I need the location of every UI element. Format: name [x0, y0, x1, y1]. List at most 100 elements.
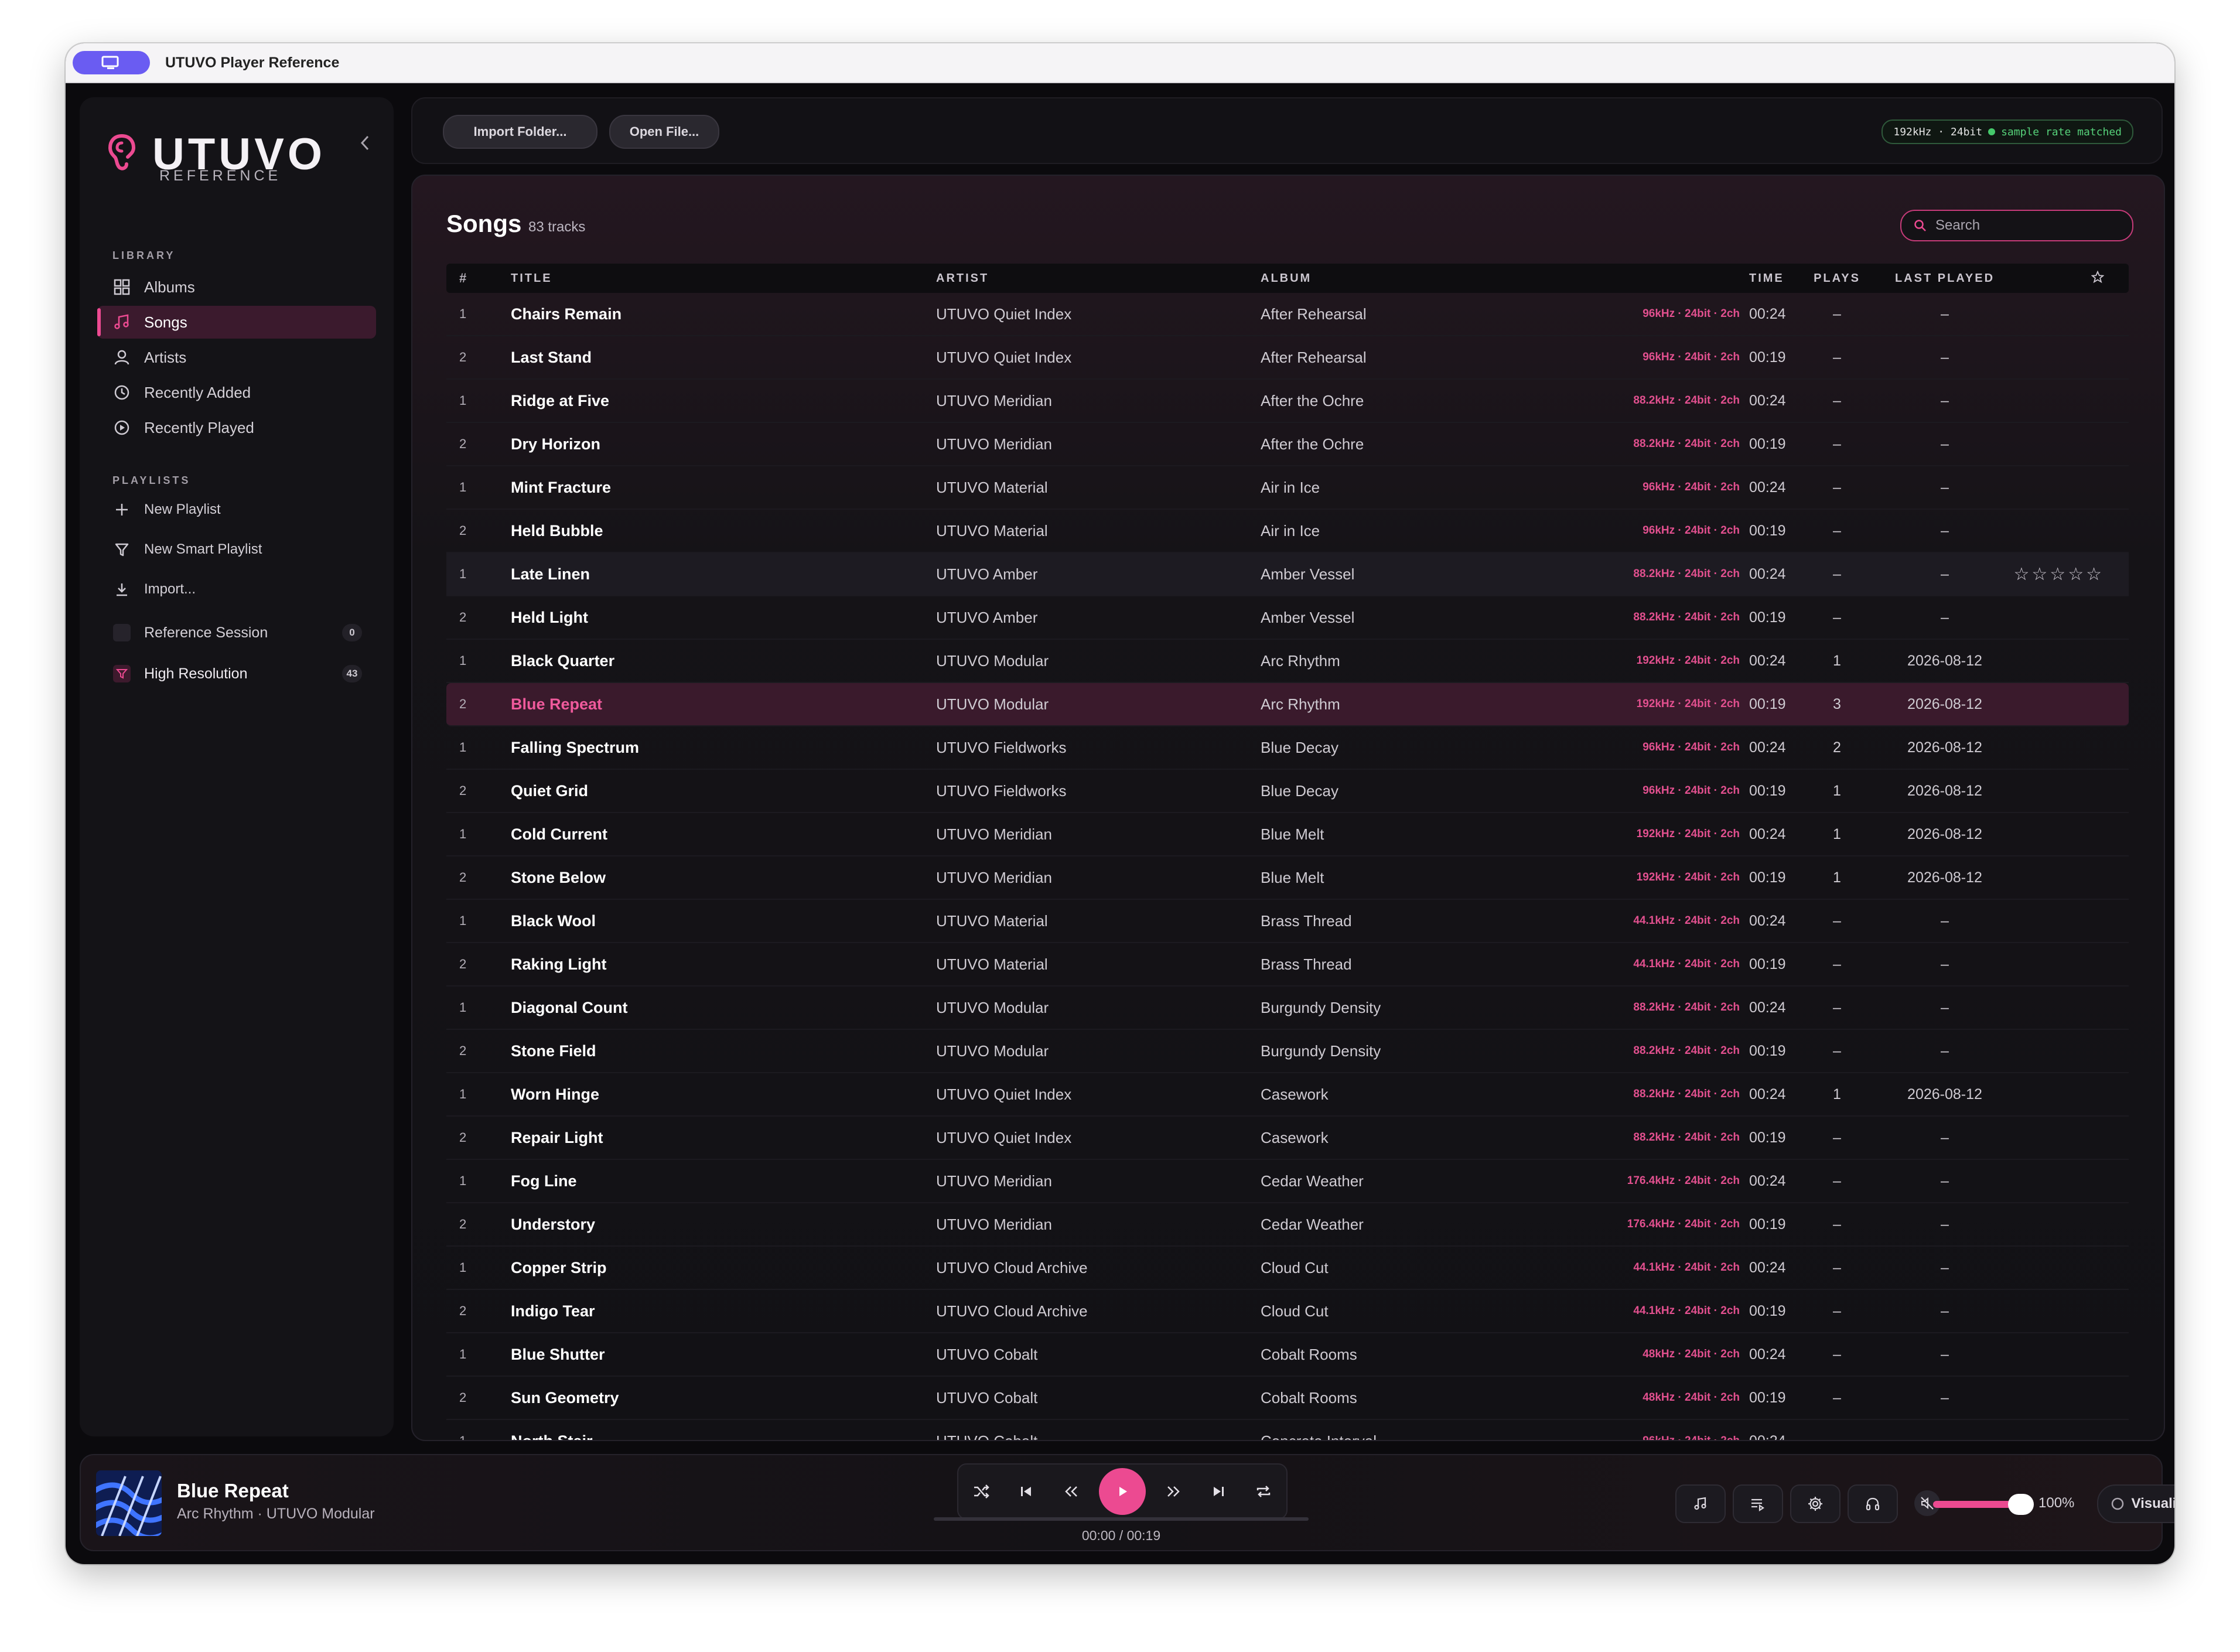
- table-row[interactable]: 2 Quiet Grid UTUVO Fieldworks Blue Decay 96k…: [446, 770, 2129, 813]
- search-box[interactable]: [1900, 210, 2133, 241]
- table-row[interactable]: 2 Raking Light UTUVO Material Brass Thread 4…: [446, 943, 2129, 987]
- new-smart-playlist-button[interactable]: New Smart Playlist: [97, 533, 376, 566]
- track-number: 1: [459, 1000, 467, 1015]
- play-button[interactable]: [1098, 1468, 1146, 1515]
- column-header-album[interactable]: ALBUM: [1261, 272, 1577, 285]
- track-plays: –: [1833, 609, 1841, 626]
- sidebar-item-recently-added[interactable]: Recently Added: [97, 376, 376, 409]
- output-device-button[interactable]: [1848, 1484, 1898, 1523]
- table-row[interactable]: 2 Indigo Tear UTUVO Cloud Archive Cloud Cut…: [446, 1290, 2129, 1333]
- table-row[interactable]: 2 Blue Repeat UTUVO Modular Arc Rhythm 192kH…: [446, 683, 2129, 726]
- track-number: 2: [459, 1043, 467, 1058]
- next-track-button[interactable]: [1201, 1474, 1236, 1509]
- track-number: 1: [459, 480, 467, 494]
- window-switcher-button[interactable]: [73, 51, 150, 74]
- track-artist: UTUVO Modular: [936, 695, 1049, 713]
- new-playlist-button[interactable]: New Playlist: [97, 493, 376, 526]
- track-plays: –: [1833, 1172, 1841, 1189]
- table-row[interactable]: 2 Held Light UTUVO Amber Amber Vessel 88.2kH…: [446, 596, 2129, 640]
- sidebar-item-songs[interactable]: Songs: [97, 306, 376, 339]
- rewind-button[interactable]: [1054, 1474, 1089, 1509]
- sample-rate-text: 192kHz · 24bit: [1893, 125, 1983, 138]
- track-number: 1: [459, 827, 467, 841]
- column-header-last-played[interactable]: LAST PLAYED: [1878, 272, 2012, 285]
- sidebar-item-albums[interactable]: Albums: [97, 271, 376, 303]
- track-artist: UTUVO Quiet Index: [936, 1128, 1072, 1146]
- table-row[interactable]: 1 Black Wool UTUVO Material Brass Thread 44.…: [446, 900, 2129, 943]
- playlist-reference-session[interactable]: Reference Session 0: [97, 616, 376, 649]
- table-row[interactable]: 2 Held Bubble UTUVO Material Air in Ice 96kH…: [446, 510, 2129, 553]
- table-row[interactable]: 1 Blue Shutter UTUVO Cobalt Cobalt Rooms 48k…: [446, 1333, 2129, 1377]
- table-header: # TITLE ARTIST ALBUM TIME PLAYS LAST PLA…: [446, 264, 2129, 293]
- search-input[interactable]: [1934, 217, 2124, 234]
- table-row[interactable]: 1 Mint Fracture UTUVO Material Air in Ice 96…: [446, 466, 2129, 510]
- album-art[interactable]: [96, 1470, 162, 1536]
- table-row[interactable]: 1 Ridge at Five UTUVO Meridian After the Oc…: [446, 380, 2129, 423]
- collapse-sidebar-button[interactable]: [358, 132, 371, 158]
- track-format: 48kHz · 24bit · 2ch: [1643, 1391, 1740, 1404]
- track-plays: –: [1833, 912, 1841, 929]
- fast-forward-button[interactable]: [1156, 1474, 1191, 1509]
- table-row[interactable]: 2 Sun Geometry UTUVO Cobalt Cobalt Rooms 48k…: [446, 1377, 2129, 1420]
- table-row[interactable]: 1 Chairs Remain UTUVO Quiet Index After Reh…: [446, 293, 2129, 336]
- table-row[interactable]: 1 Cold Current UTUVO Meridian Blue Melt 192k…: [446, 813, 2129, 856]
- table-row[interactable]: 1 Worn Hinge UTUVO Quiet Index Casework 88.2…: [446, 1073, 2129, 1117]
- queue-button[interactable]: [1733, 1484, 1783, 1523]
- repeat-button[interactable]: [1246, 1474, 1281, 1509]
- ear-logo-icon: [108, 134, 136, 170]
- track-artist: UTUVO Meridian: [936, 435, 1052, 453]
- transport-controls: [957, 1463, 1288, 1520]
- table-row[interactable]: 1 North Stair UTUVO Cobalt Concrete Interva…: [446, 1420, 2129, 1441]
- previous-track-button[interactable]: [1009, 1474, 1044, 1509]
- import-folder-button[interactable]: Import Folder...: [443, 115, 597, 149]
- track-artist: UTUVO Modular: [936, 1042, 1049, 1060]
- new-playlist-label: New Playlist: [144, 501, 221, 517]
- table-row[interactable]: 1 Copper Strip UTUVO Cloud Archive Cloud Cu…: [446, 1247, 2129, 1290]
- table-row[interactable]: 2 Dry Horizon UTUVO Meridian After the Ochr…: [446, 423, 2129, 466]
- track-format: 96kHz · 24bit · 2ch: [1643, 1435, 1740, 1441]
- playlist-high-resolution[interactable]: High Resolution 43: [97, 657, 376, 690]
- column-header-plays[interactable]: PLAYS: [1796, 272, 1878, 285]
- track-duration: 00:24: [1749, 825, 1786, 842]
- album-art-image: [96, 1470, 162, 1536]
- volume-slider[interactable]: [1933, 1501, 2016, 1508]
- open-file-button[interactable]: Open File...: [609, 115, 719, 149]
- sidebar-item-recently-played[interactable]: Recently Played: [97, 411, 376, 444]
- table-row[interactable]: 1 Falling Spectrum UTUVO Fieldworks Blue De…: [446, 726, 2129, 770]
- column-header-number[interactable]: #: [446, 271, 511, 286]
- track-last-played: –: [1941, 1302, 1949, 1319]
- track-plays: –: [1833, 1432, 1841, 1441]
- track-rating[interactable]: ☆☆☆☆☆: [2012, 564, 2117, 585]
- table-row[interactable]: 2 Understory UTUVO Meridian Cedar Weather 17…: [446, 1203, 2129, 1247]
- volume-slider-handle[interactable]: [2008, 1494, 2034, 1515]
- plus-icon: [116, 504, 128, 516]
- progress-bar[interactable]: [934, 1517, 1309, 1521]
- play-circle-icon: [114, 420, 129, 435]
- table-row[interactable]: 2 Stone Field UTUVO Modular Burgundy Densit…: [446, 1030, 2129, 1073]
- table-row[interactable]: 2 Last Stand UTUVO Quiet Index After Rehear…: [446, 336, 2129, 380]
- shuffle-button[interactable]: [964, 1474, 999, 1509]
- import-button[interactable]: Import...: [97, 573, 376, 606]
- gear-icon: [1808, 1497, 1822, 1511]
- table-row[interactable]: 1 Late Linen UTUVO Amber Amber Vessel 88.2kH…: [446, 553, 2129, 596]
- track-artist: UTUVO Modular: [936, 998, 1049, 1016]
- table-row[interactable]: 2 Stone Below UTUVO Meridian Blue Melt 192kH…: [446, 856, 2129, 900]
- column-header-artist[interactable]: ARTIST: [936, 272, 1261, 285]
- column-header-title[interactable]: TITLE: [511, 272, 936, 285]
- playlist-count-badge: 0: [342, 624, 362, 641]
- table-row[interactable]: 1 Diagonal Count UTUVO Modular Burgundy Den…: [446, 987, 2129, 1030]
- track-title: Blue Shutter: [511, 1345, 605, 1363]
- sidebar-item-artists[interactable]: Artists: [97, 341, 376, 374]
- table-row[interactable]: 1 Fog Line UTUVO Meridian Cedar Weather 176.…: [446, 1160, 2129, 1203]
- settings-button[interactable]: [1790, 1484, 1841, 1523]
- track-last-played: –: [1941, 435, 1949, 452]
- track-title: Held Bubble: [511, 521, 603, 540]
- column-header-rating[interactable]: [2012, 268, 2117, 288]
- table-row[interactable]: 1 Black Quarter UTUVO Modular Arc Rhythm 192…: [446, 640, 2129, 683]
- track-duration: 00:24: [1749, 1346, 1786, 1363]
- table-row[interactable]: 2 Repair Light UTUVO Quiet Index Casework 88…: [446, 1117, 2129, 1160]
- track-title: Stone Field: [511, 1042, 596, 1060]
- lyrics-button[interactable]: [1675, 1484, 1726, 1523]
- visualiser-button[interactable]: Visualiser: [2097, 1484, 2174, 1523]
- column-header-time[interactable]: TIME: [1740, 272, 1796, 285]
